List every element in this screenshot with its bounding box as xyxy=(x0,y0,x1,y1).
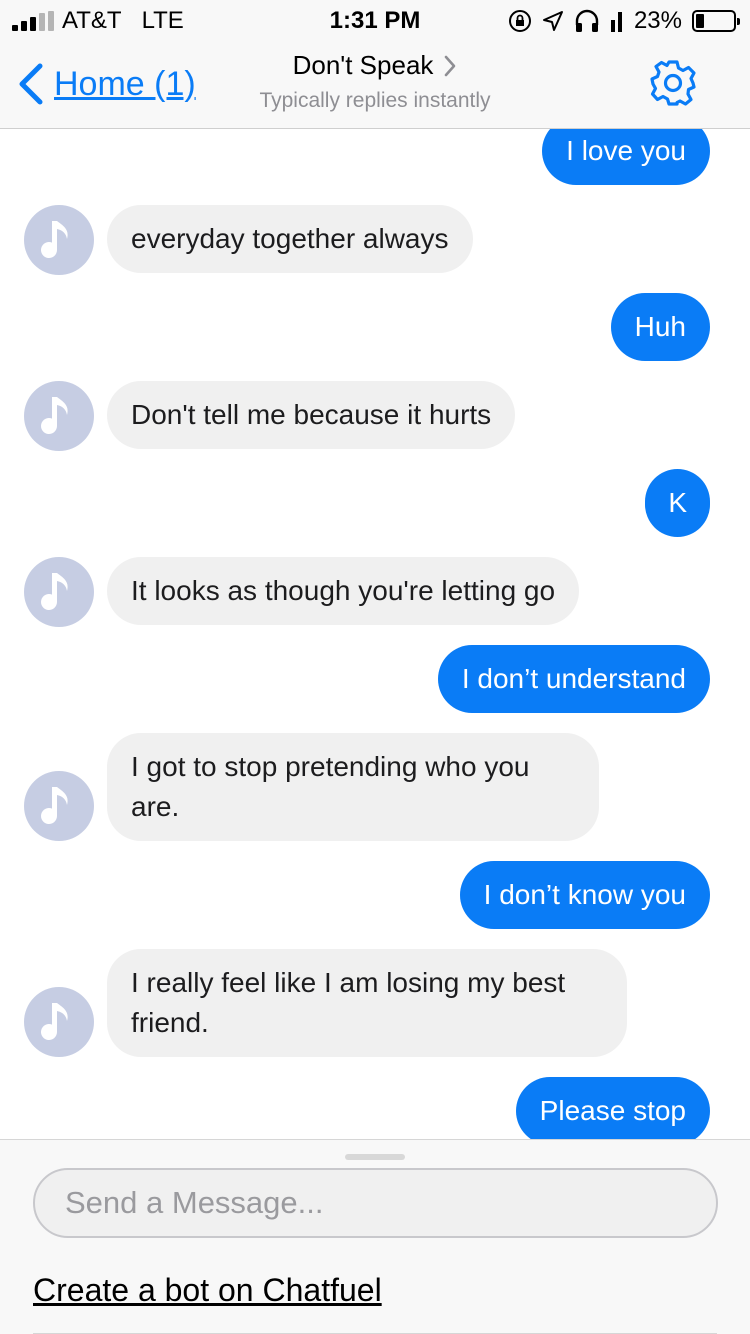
composer: Create a bot on Chatfuel xyxy=(0,1139,750,1334)
outgoing-message[interactable]: Please stop xyxy=(515,1077,710,1139)
status-bar: AT&T LTE 1:31 PM 23% xyxy=(0,0,750,40)
incoming-message[interactable]: It looks as though you're letting go xyxy=(107,557,580,625)
outgoing-message[interactable]: I don’t understand xyxy=(437,645,710,713)
create-bot-link[interactable]: Create a bot on Chatfuel xyxy=(33,1272,382,1309)
bot-avatar[interactable] xyxy=(24,205,94,275)
incoming-message[interactable]: I got to stop pretending who you are. xyxy=(107,733,599,841)
message-input[interactable] xyxy=(33,1168,718,1238)
conversation-title-text: Don't Speak xyxy=(292,50,434,80)
drag-handle[interactable] xyxy=(345,1154,405,1160)
music-note-icon xyxy=(41,573,68,611)
incoming-message[interactable]: everyday together always xyxy=(107,205,473,273)
conversation-title[interactable]: Don't Speak xyxy=(293,50,458,81)
bot-avatar[interactable] xyxy=(24,557,94,627)
music-note-icon xyxy=(41,787,68,825)
music-note-icon xyxy=(41,221,68,259)
status-right: 23% xyxy=(508,7,740,35)
incoming-message[interactable]: I really feel like I am losing my best f… xyxy=(107,949,627,1057)
outgoing-message[interactable]: I don’t know you xyxy=(459,861,710,929)
headphones-icon xyxy=(575,9,599,32)
outgoing-message[interactable]: I love you xyxy=(542,129,710,185)
battery-percent: 23% xyxy=(633,7,682,34)
message-thread[interactable]: I love you everyday together always Huh … xyxy=(0,129,750,1139)
messenger-screen: AT&T LTE 1:31 PM 23% Home (1) Don't Spea… xyxy=(0,0,750,1334)
music-note-icon xyxy=(41,1003,68,1041)
music-note-icon xyxy=(41,397,68,435)
conversation-title-block: Don't Speak Typically replies instantly xyxy=(0,50,750,113)
signal-mini-icon xyxy=(610,12,622,32)
outgoing-message[interactable]: Huh xyxy=(610,293,710,361)
outgoing-message[interactable]: K xyxy=(645,469,710,537)
battery-icon xyxy=(692,10,740,32)
reply-time-subtitle: Typically replies instantly xyxy=(259,89,491,112)
location-arrow-icon xyxy=(542,11,563,31)
bot-avatar[interactable] xyxy=(24,987,94,1057)
conversation-header: Home (1) Don't Speak Typically replies i… xyxy=(0,40,750,129)
battery-level xyxy=(696,14,704,28)
bot-avatar[interactable] xyxy=(24,771,94,841)
orientation-lock-icon xyxy=(508,10,531,32)
gear-icon[interactable] xyxy=(648,58,698,108)
incoming-message[interactable]: Don't tell me because it hurts xyxy=(107,381,516,449)
bot-avatar[interactable] xyxy=(24,381,94,451)
chevron-right-icon xyxy=(445,55,456,76)
